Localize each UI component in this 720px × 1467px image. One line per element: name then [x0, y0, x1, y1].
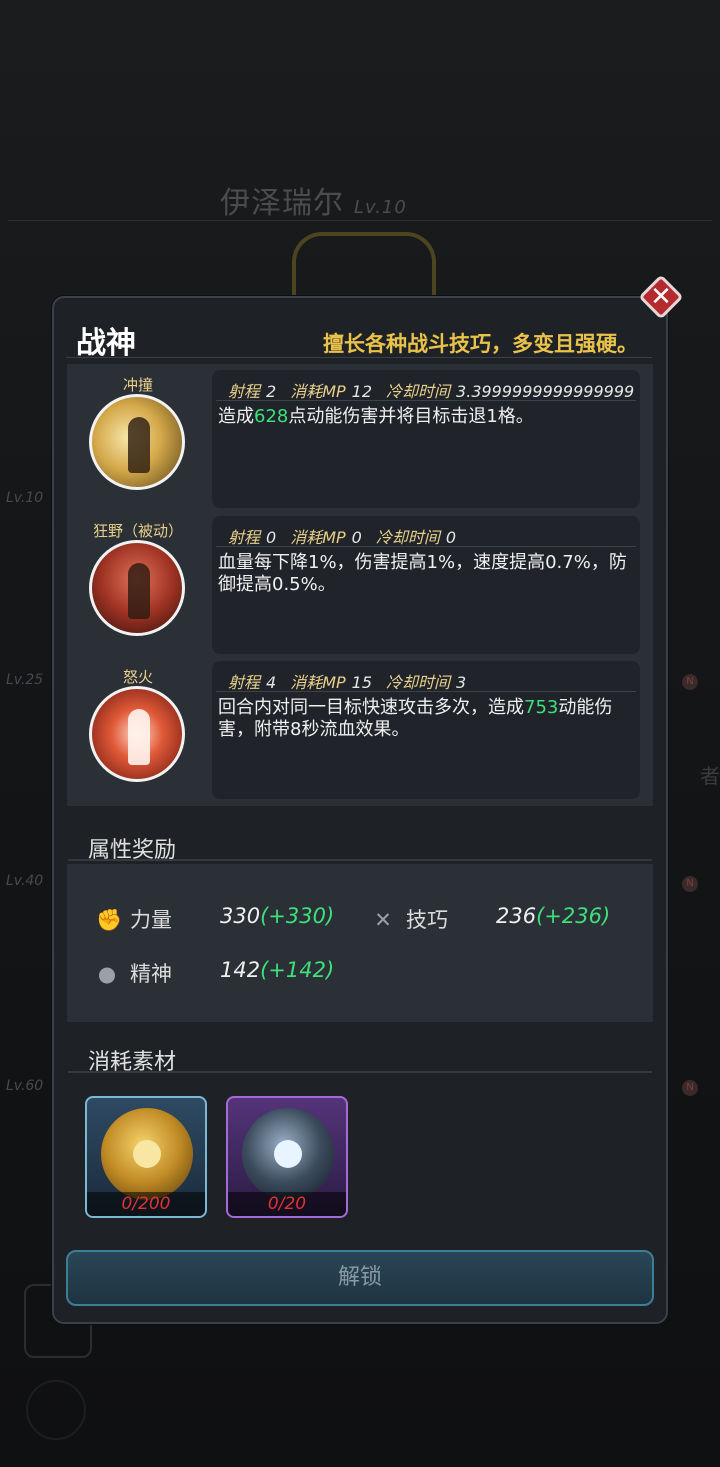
attribute-value: 236(+236) [496, 904, 610, 928]
mp-value: 12 [351, 382, 373, 401]
brain-icon: ● [97, 962, 117, 986]
background-divider [8, 220, 712, 221]
stats-divider [216, 691, 636, 692]
cooldown-value: 0 [445, 528, 457, 547]
material-slot[interactable]: 0/200 [85, 1096, 207, 1218]
skill-text-part: 造成 [218, 406, 254, 427]
mp-label: 消耗MP [290, 382, 346, 401]
material-count: 0/20 [228, 1192, 346, 1216]
attribute-label: 精神 [130, 962, 172, 986]
skill-name: 冲撞 [122, 376, 153, 394]
attribute-base: 236 [496, 904, 537, 928]
attributes-panel [67, 864, 653, 1022]
skill-charge-icon[interactable] [89, 394, 185, 490]
mp-value: 15 [351, 673, 373, 692]
mp-label: 消耗MP [290, 673, 346, 692]
background-hero-name: 伊泽瑞尔 [220, 186, 344, 221]
range-value: 2 [266, 382, 277, 401]
title-divider [66, 357, 652, 358]
background-tier-level: Lv.25 [6, 672, 44, 688]
tools-icon: ✕ [374, 908, 392, 932]
background-circle-button [26, 1380, 86, 1440]
attribute-value: 330(+330) [220, 904, 334, 928]
range-value: 4 [266, 673, 277, 692]
attribute-bonus: (+330) [260, 904, 335, 928]
skill-description: 回合内对同一目标快速攻击多次，造成753动能伤害，附带8秒流血效果。 [218, 697, 630, 741]
cooldown-value: 3 [456, 673, 467, 692]
attribute-strength: ✊ 力量 330(+330) [96, 904, 334, 934]
skill-text-part: 点动能伤害并将目标击退1格。 [288, 406, 534, 427]
cooldown-label: 冷却时间 [386, 382, 451, 401]
fist-emblem-icon [133, 1140, 161, 1168]
gold-core-orb-icon [101, 1108, 193, 1200]
skill-wild-icon[interactable] [89, 540, 185, 636]
close-icon: ✕ [650, 282, 672, 312]
skill-info-box: 射程 4 消耗MP 15 冷却时间 3 回合内对同一目标快速攻击多次，造成753动能伤害，… [212, 661, 640, 799]
charge-figure-icon [128, 417, 150, 473]
unlock-button[interactable]: 解锁 [66, 1250, 654, 1306]
background-new-badge: N [682, 674, 698, 690]
class-title: 战神 [76, 326, 136, 361]
material-slot[interactable]: 0/20 [226, 1096, 348, 1218]
background-new-badge: N [682, 1080, 698, 1096]
skill-stats: 射程 2 消耗MP 12 冷却时间 3.3999999999999999 [228, 378, 648, 402]
cooldown-label: 冷却时间 [386, 673, 451, 692]
skill-text-part: 回合内对同一目标快速攻击多次，造成 [218, 697, 524, 718]
skill-name: 怒火 [122, 668, 153, 686]
cooldown-label: 冷却时间 [375, 528, 440, 547]
attribute-base: 142 [220, 958, 261, 982]
attribute-skill: ✕ 技巧 236(+236) [372, 904, 610, 934]
skill-description: 造成628点动能伤害并将目标击退1格。 [218, 406, 630, 428]
skill-info-box: 射程 2 消耗MP 12 冷却时间 3.3999999999999999 造成628点动能… [212, 370, 640, 508]
background-tier-level: Lv.60 [6, 1078, 44, 1094]
mp-label: 消耗MP [290, 528, 346, 547]
attribute-label: 力量 [130, 908, 172, 932]
skill-text-part: 血量每下降1%，伤害提高1%，速度提高0.7%，防御提高0.5%。 [218, 552, 627, 595]
signal-emblem-icon [274, 1140, 302, 1168]
class-description: 擅长各种战斗技巧，多变且强硬。 [323, 332, 638, 356]
range-label: 射程 [228, 382, 261, 401]
materials-divider [68, 1071, 652, 1073]
skill-damage-value: 628 [254, 406, 289, 427]
background-hero-title: 伊泽瑞尔 Lv.10 [220, 178, 407, 222]
skill-stats: 射程 4 消耗MP 15 冷却时间 3 [228, 669, 480, 693]
attribute-base: 330 [220, 904, 261, 928]
background-hero-level: Lv.10 [354, 197, 407, 218]
skill-stats: 射程 0 消耗MP 0 冷却时间 0 [228, 524, 470, 548]
skill-description: 血量每下降1%，伤害提高1%，速度提高0.7%，防御提高0.5%。 [218, 552, 630, 596]
skill-info-box: 射程 0 消耗MP 0 冷却时间 0 血量每下降1%，伤害提高1%，速度提高0.7%，防御… [212, 516, 640, 654]
attribute-label: 技巧 [406, 908, 448, 932]
background-tier-level: Lv.40 [6, 873, 44, 889]
attribute-bonus: (+236) [536, 904, 611, 928]
attribute-value: 142(+142) [220, 958, 334, 982]
attribute-spirit: ● 精神 142(+142) [96, 958, 334, 988]
blue-core-orb-icon [242, 1108, 334, 1200]
cooldown-value: 3.3999999999999999 [456, 382, 635, 401]
close-button[interactable]: ✕ [638, 274, 684, 320]
attribute-bonus: (+142) [260, 958, 335, 982]
skill-damage-value: 753 [524, 697, 559, 718]
fist-icon: ✊ [96, 908, 123, 932]
stats-divider [216, 546, 636, 547]
wild-figure-icon [128, 563, 150, 619]
mp-value: 0 [351, 528, 362, 547]
stats-divider [216, 400, 636, 401]
material-count: 0/200 [87, 1192, 205, 1216]
skill-rage-icon[interactable] [89, 686, 185, 782]
attributes-divider [68, 859, 652, 861]
skill-name: 狂野（被动） [92, 522, 183, 540]
background-tier-level: Lv.10 [6, 490, 44, 506]
range-value: 0 [266, 528, 277, 547]
rage-figure-icon [128, 709, 150, 765]
range-label: 射程 [228, 528, 261, 547]
background-new-badge: N [682, 876, 698, 892]
background-side-text: 者 [700, 764, 720, 788]
range-label: 射程 [228, 673, 261, 692]
